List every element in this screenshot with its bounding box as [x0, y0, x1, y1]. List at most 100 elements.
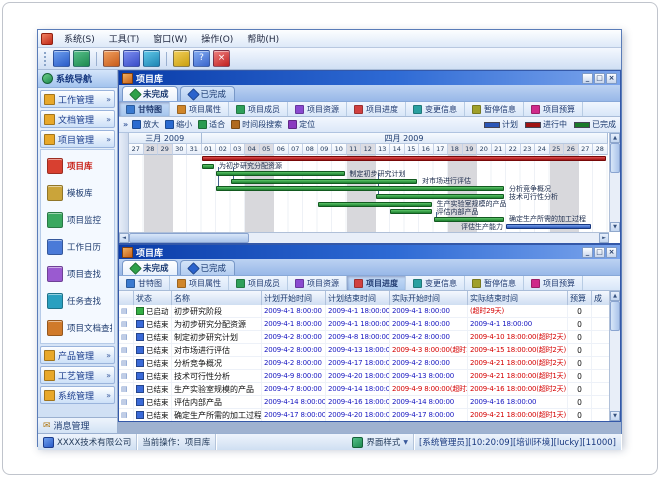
- gantt-detail-tab-6[interactable]: 暂停信息: [465, 102, 524, 116]
- gantt-status-tab-0[interactable]: 未完成: [122, 86, 178, 101]
- menu-item-help[interactable]: 帮助(H): [241, 31, 285, 46]
- gantt-detail-tab-0[interactable]: 甘特图: [119, 102, 170, 116]
- sidebar-section-3[interactable]: 产品管理»: [40, 346, 115, 364]
- sidebar-item[interactable]: 工作日历: [41, 233, 114, 260]
- progress-detail-tab-4[interactable]: 项目进度: [347, 276, 406, 290]
- menu-item-tools[interactable]: 工具(T): [103, 31, 146, 46]
- menu-item-system[interactable]: 系统(S): [58, 31, 101, 46]
- progress-detail-tab-3[interactable]: 项目资源: [288, 276, 347, 290]
- sidebar-bottom-tab[interactable]: ✉ 消息管理: [38, 417, 117, 433]
- maximize-button[interactable]: □: [594, 247, 605, 258]
- scroll-up-button[interactable]: ▲: [610, 291, 620, 301]
- gantt-bar[interactable]: [231, 179, 418, 184]
- gantt-detail-tab-2[interactable]: 项目成员: [229, 102, 288, 116]
- progress-status-tab-1[interactable]: 已完成: [180, 260, 236, 275]
- sidebar-section-5[interactable]: 系统管理»: [40, 386, 115, 404]
- scroll-track[interactable]: [610, 301, 620, 411]
- progress-window-titlebar[interactable]: 项目库 _□×: [119, 245, 620, 259]
- zoom-out-button[interactable]: 缩小: [165, 119, 192, 130]
- lock-icon[interactable]: [173, 50, 190, 67]
- gantt-detail-tab-4[interactable]: 项目进度: [347, 102, 406, 116]
- gantt-bar[interactable]: [434, 217, 505, 222]
- progress-detail-tab-2[interactable]: 项目成员: [229, 276, 288, 290]
- gantt-bar[interactable]: [216, 171, 345, 176]
- scroll-right-button[interactable]: ►: [599, 233, 609, 243]
- table-row[interactable]: ▤已启动初步研究阶段2009-4-1 8:00:002009-4-1 18:00…: [119, 305, 609, 318]
- sidebar-section-0[interactable]: 工作管理»: [40, 90, 115, 108]
- gantt-status-tab-1[interactable]: 已完成: [180, 86, 236, 101]
- maximize-button[interactable]: □: [594, 73, 605, 84]
- toolbar-overflow-icon[interactable]: »: [123, 120, 128, 129]
- progress-detail-tab-6[interactable]: 暂停信息: [465, 276, 524, 290]
- help-icon[interactable]: ?: [193, 50, 210, 67]
- close-button[interactable]: ×: [606, 73, 617, 84]
- sidebar-item[interactable]: 项目查找: [41, 260, 114, 287]
- exit-icon[interactable]: ×: [213, 50, 230, 67]
- scroll-thumb[interactable]: [610, 301, 620, 331]
- tab-label: 未完成: [143, 88, 169, 100]
- sidebar-item[interactable]: 任务查找: [41, 287, 114, 314]
- sidebar-item[interactable]: 项目文档查找: [41, 314, 114, 341]
- sidebar-section-4[interactable]: 工艺管理»: [40, 366, 115, 384]
- save-icon[interactable]: [53, 50, 70, 67]
- table-row[interactable]: ▤已结束技术可行性分析2009-4-9 8:00:002009-4-20 18:…: [119, 370, 609, 383]
- time-range-search-button[interactable]: 时间段搜索: [231, 119, 282, 130]
- gantt-detail-tab-5[interactable]: 变更信息: [406, 102, 465, 116]
- menu-items: 系统(S)工具(T)窗口(W)操作(O)帮助(H): [58, 31, 285, 46]
- scroll-track[interactable]: [129, 233, 599, 243]
- gantt-detail-tab-1[interactable]: 项目属性: [170, 102, 229, 116]
- progress-detail-tab-1[interactable]: 项目属性: [170, 276, 229, 290]
- project-icon[interactable]: [103, 50, 120, 67]
- report-icon[interactable]: [123, 50, 140, 67]
- scroll-up-button[interactable]: ▲: [610, 133, 620, 143]
- gantt-bar[interactable]: [202, 164, 215, 169]
- timeline-month: 四月 2009: [202, 133, 608, 144]
- table-row[interactable]: ▤已结束制定初步研究计划2009-4-2 8:00:002009-4-8 18:…: [119, 331, 609, 344]
- close-button[interactable]: ×: [606, 247, 617, 258]
- progress-detail-tab-7[interactable]: 项目预算: [524, 276, 583, 290]
- table-row[interactable]: ▤已结束确定生产所需的加工过程2009-4-17 8:00:002009-4-2…: [119, 409, 609, 421]
- table-row[interactable]: ▤已结束评估内部产品2009-4-14 8:00:002009-4-16 18:…: [119, 396, 609, 409]
- table-row[interactable]: ▤已结束对市场进行评估2009-4-2 8:00:002009-4-13 18:…: [119, 344, 609, 357]
- scroll-down-button[interactable]: ▼: [610, 222, 620, 232]
- progress-detail-tab-0[interactable]: 甘特图: [119, 276, 170, 290]
- table-row[interactable]: ▤已结束生产实验室规模的产品2009-4-7 8:00:002009-4-14 …: [119, 383, 609, 396]
- menu-item-operation[interactable]: 操作(O): [195, 31, 239, 46]
- gantt-bar[interactable]: [202, 156, 606, 161]
- zoom-in-button[interactable]: 放大: [132, 119, 159, 130]
- scroll-thumb[interactable]: [610, 143, 620, 173]
- gantt-detail-tab-7[interactable]: 项目预算: [524, 102, 583, 116]
- calendar-icon[interactable]: [143, 50, 160, 67]
- sidebar-item[interactable]: 模板库: [41, 179, 114, 206]
- vertical-scrollbar[interactable]: ▲▼: [609, 133, 620, 232]
- progress-detail-tab-5[interactable]: 变更信息: [406, 276, 465, 290]
- gantt-bar[interactable]: [318, 202, 432, 207]
- vertical-scrollbar[interactable]: ▲▼: [609, 291, 620, 421]
- locate-button[interactable]: 定位: [288, 119, 315, 130]
- table-row[interactable]: ▤已结束为初步研究分配资源2009-4-1 8:00:002009-4-1 18…: [119, 318, 609, 331]
- fit-button[interactable]: 适合: [198, 119, 225, 130]
- scroll-track[interactable]: [610, 143, 620, 222]
- progress-status-tab-0[interactable]: 未完成: [122, 260, 178, 275]
- interface-style-selector[interactable]: 界面样式 ▼: [347, 434, 414, 450]
- tab-label: 甘特图: [138, 278, 162, 289]
- scroll-left-button[interactable]: ◄: [119, 233, 129, 243]
- gantt-bar[interactable]: [376, 194, 505, 199]
- globe-icon[interactable]: [73, 50, 90, 67]
- sidebar-item[interactable]: 项目监控: [41, 206, 114, 233]
- minimize-button[interactable]: _: [582, 247, 593, 258]
- table-row[interactable]: ▤已结束分析竞争概况2009-4-2 8:00:002009-4-17 18:0…: [119, 357, 609, 370]
- gantt-detail-tab-3[interactable]: 项目资源: [288, 102, 347, 116]
- scroll-thumb[interactable]: [129, 233, 249, 243]
- sidebar-item[interactable]: 项目库: [41, 152, 114, 179]
- minimize-button[interactable]: _: [582, 73, 593, 84]
- gantt-bar[interactable]: [216, 186, 504, 191]
- gantt-bar[interactable]: [390, 209, 432, 214]
- scroll-down-button[interactable]: ▼: [610, 411, 620, 421]
- sidebar-section-2[interactable]: 项目管理»: [40, 130, 115, 148]
- menu-item-window[interactable]: 窗口(W): [147, 31, 193, 46]
- gantt-window-titlebar[interactable]: 项目库 _□×: [119, 71, 620, 85]
- sidebar-section-1[interactable]: 文档管理»: [40, 110, 115, 128]
- horizontal-scrollbar[interactable]: ◄►: [119, 232, 609, 243]
- gantt-bar[interactable]: [506, 224, 591, 229]
